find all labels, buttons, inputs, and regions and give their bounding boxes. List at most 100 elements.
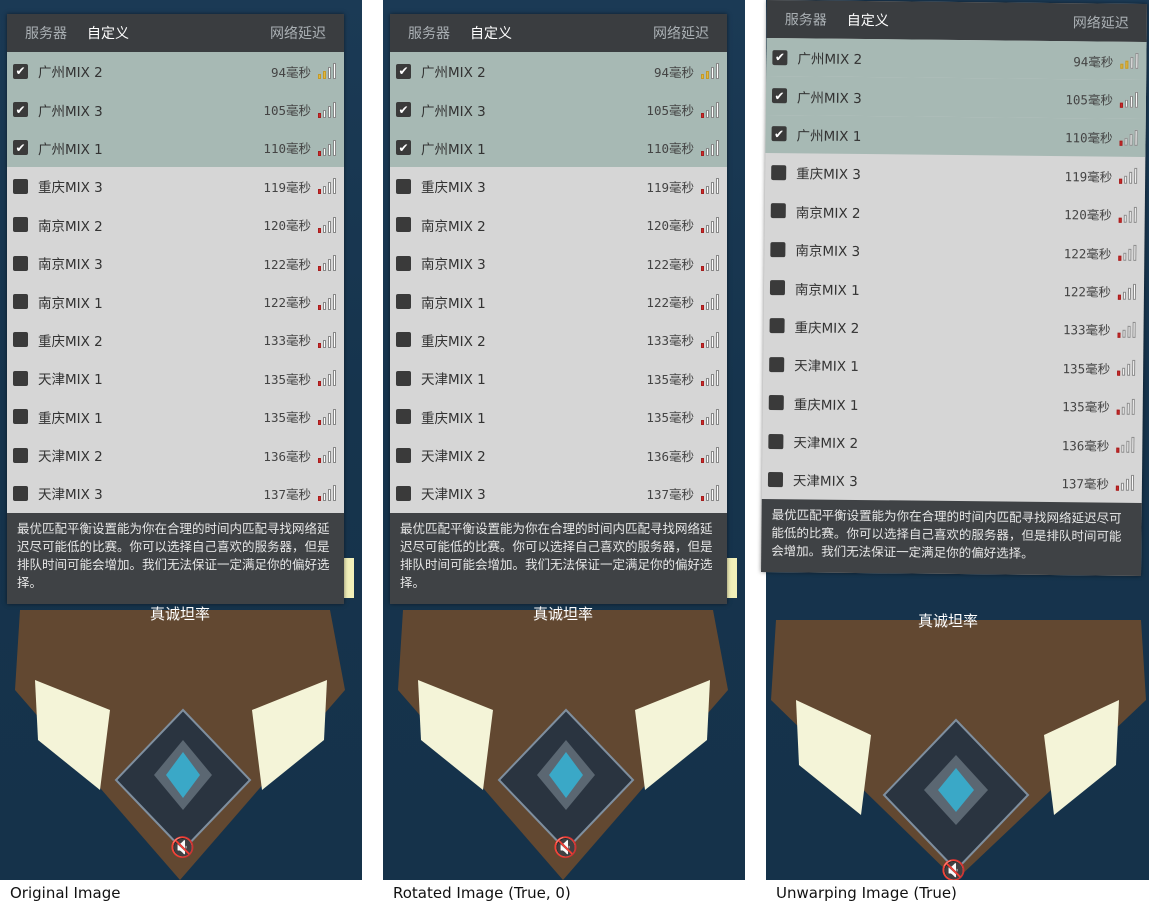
server-row[interactable]: ✔ 广州MIX 1 110毫秒 — [390, 128, 727, 168]
checkbox[interactable] — [13, 178, 28, 194]
server-row[interactable]: 南京MIX 1 122毫秒 — [764, 268, 1144, 310]
checkbox[interactable] — [768, 395, 784, 411]
checkbox[interactable] — [13, 255, 28, 271]
latency-value: 105毫秒 — [263, 103, 311, 119]
latency-value: 110毫秒 — [1064, 130, 1113, 147]
server-row[interactable]: ✔ 广州MIX 3 105毫秒 — [765, 76, 1147, 119]
tab-custom[interactable]: 自定义 — [470, 23, 512, 43]
checkbox[interactable]: ✔ — [13, 63, 28, 79]
checkbox[interactable] — [396, 485, 411, 501]
checkbox[interactable] — [13, 409, 28, 425]
server-name: 广州MIX 2 — [797, 51, 863, 69]
mute-icon[interactable]: 🔇 — [553, 835, 578, 859]
checkbox[interactable]: ✔ — [771, 88, 788, 104]
checkbox[interactable] — [770, 203, 786, 219]
server-row[interactable]: 南京MIX 2 120毫秒 — [765, 192, 1145, 234]
server-row[interactable]: 重庆MIX 1 135毫秒 — [7, 398, 344, 436]
server-name: 南京MIX 3 — [421, 257, 486, 274]
latency-value: 135毫秒 — [1062, 399, 1110, 415]
signal-icon — [1117, 360, 1136, 377]
server-row[interactable]: ✔ 广州MIX 1 110毫秒 — [7, 128, 344, 168]
server-row[interactable]: ✔ 广州MIX 3 105毫秒 — [390, 90, 727, 129]
checkbox[interactable]: ✔ — [396, 102, 411, 118]
checkbox[interactable] — [396, 178, 411, 194]
server-row[interactable]: ✔ 广州MIX 1 110毫秒 — [765, 114, 1146, 158]
server-name: 天津MIX 1 — [794, 358, 860, 376]
signal-icon — [318, 139, 336, 156]
server-row[interactable]: 重庆MIX 2 133毫秒 — [390, 321, 727, 359]
server-row[interactable]: 重庆MIX 3 119毫秒 — [390, 167, 727, 205]
checkbox[interactable] — [771, 164, 787, 181]
checkbox[interactable] — [396, 294, 411, 310]
checkbox[interactable] — [13, 332, 28, 348]
checkbox[interactable]: ✔ — [771, 126, 787, 142]
checkbox[interactable] — [769, 280, 786, 296]
checkbox[interactable]: ✔ — [396, 140, 411, 156]
checkbox[interactable]: ✔ — [13, 140, 28, 156]
checkbox[interactable] — [13, 370, 28, 386]
tab-custom[interactable]: 自定义 — [847, 10, 889, 30]
server-row[interactable]: 南京MIX 3 122毫秒 — [390, 244, 727, 282]
server-row[interactable]: ✔ 广州MIX 3 105毫秒 — [7, 90, 344, 129]
checkbox[interactable] — [770, 241, 786, 257]
latency-value: 136毫秒 — [1061, 437, 1110, 454]
server-row[interactable]: 南京MIX 1 122毫秒 — [7, 282, 344, 320]
checkbox[interactable]: ✔ — [13, 102, 28, 118]
caption: Original Image — [10, 884, 121, 902]
server-row[interactable]: 天津MIX 1 135毫秒 — [7, 359, 344, 397]
server-row[interactable]: 南京MIX 3 122毫秒 — [764, 230, 1144, 272]
server-row[interactable]: 天津MIX 1 135毫秒 — [390, 359, 727, 397]
server-row[interactable]: 天津MIX 2 136毫秒 — [7, 436, 344, 474]
checkbox[interactable] — [13, 447, 28, 463]
checkbox[interactable] — [13, 217, 28, 233]
checkbox[interactable]: ✔ — [396, 63, 411, 79]
checkbox[interactable] — [13, 485, 28, 501]
server-row[interactable]: 重庆MIX 2 133毫秒 — [7, 321, 344, 359]
checkbox[interactable] — [396, 332, 411, 348]
checkbox[interactable] — [396, 409, 411, 425]
checkbox[interactable] — [769, 356, 785, 373]
checkbox[interactable] — [396, 447, 411, 463]
server-row[interactable]: 天津MIX 2 136毫秒 — [762, 422, 1142, 464]
latency-value: 122毫秒 — [646, 295, 694, 311]
checkbox[interactable] — [396, 217, 411, 233]
latency-value: 137毫秒 — [263, 486, 311, 502]
server-row[interactable]: 南京MIX 3 122毫秒 — [7, 244, 344, 282]
server-row[interactable]: 南京MIX 2 120毫秒 — [390, 206, 727, 244]
tab-server[interactable]: 服务器 — [25, 23, 67, 43]
server-row[interactable]: 天津MIX 3 137毫秒 — [762, 460, 1142, 502]
mute-icon[interactable]: 🔇 — [941, 858, 966, 880]
server-row[interactable]: 天津MIX 3 137毫秒 — [390, 474, 727, 512]
checkbox[interactable] — [768, 433, 784, 449]
latency-value: 135毫秒 — [263, 371, 311, 387]
server-row[interactable]: 南京MIX 2 120毫秒 — [7, 206, 344, 244]
server-row[interactable]: 重庆MIX 1 135毫秒 — [390, 398, 727, 436]
server-row[interactable]: ✔ 广州MIX 2 94毫秒 — [390, 52, 727, 91]
latency-value: 110毫秒 — [263, 141, 311, 157]
tab-custom[interactable]: 自定义 — [87, 23, 129, 43]
server-row[interactable]: 重庆MIX 3 119毫秒 — [765, 153, 1145, 195]
server-row[interactable]: 重庆MIX 3 119毫秒 — [7, 167, 344, 205]
server-row[interactable]: 天津MIX 1 135毫秒 — [763, 345, 1143, 387]
server-row[interactable]: 天津MIX 2 136毫秒 — [390, 436, 727, 474]
mute-icon[interactable]: 🔇 — [170, 835, 195, 859]
server-row[interactable]: 天津MIX 3 137毫秒 — [7, 474, 344, 512]
behind-text: 真诚坦率 — [150, 605, 211, 623]
checkbox[interactable] — [769, 318, 785, 334]
checkbox[interactable]: ✔ — [772, 49, 788, 65]
server-row[interactable]: 重庆MIX 1 135毫秒 — [763, 383, 1143, 425]
latency-value: 137毫秒 — [646, 486, 694, 502]
server-row[interactable]: 南京MIX 1 122毫秒 — [390, 282, 727, 320]
server-name: 重庆MIX 2 — [421, 333, 486, 350]
signal-icon — [701, 63, 719, 80]
server-row[interactable]: ✔ 广州MIX 2 94毫秒 — [7, 52, 344, 91]
checkbox[interactable] — [396, 370, 411, 386]
checkbox[interactable] — [396, 255, 411, 271]
signal-icon — [1118, 244, 1137, 262]
tab-server[interactable]: 服务器 — [408, 23, 450, 43]
server-row[interactable]: 重庆MIX 2 133毫秒 — [763, 307, 1143, 349]
checkbox[interactable] — [767, 472, 784, 488]
tab-server[interactable]: 服务器 — [785, 9, 827, 29]
server-row[interactable]: ✔ 广州MIX 2 94毫秒 — [766, 37, 1147, 81]
checkbox[interactable] — [13, 294, 28, 310]
